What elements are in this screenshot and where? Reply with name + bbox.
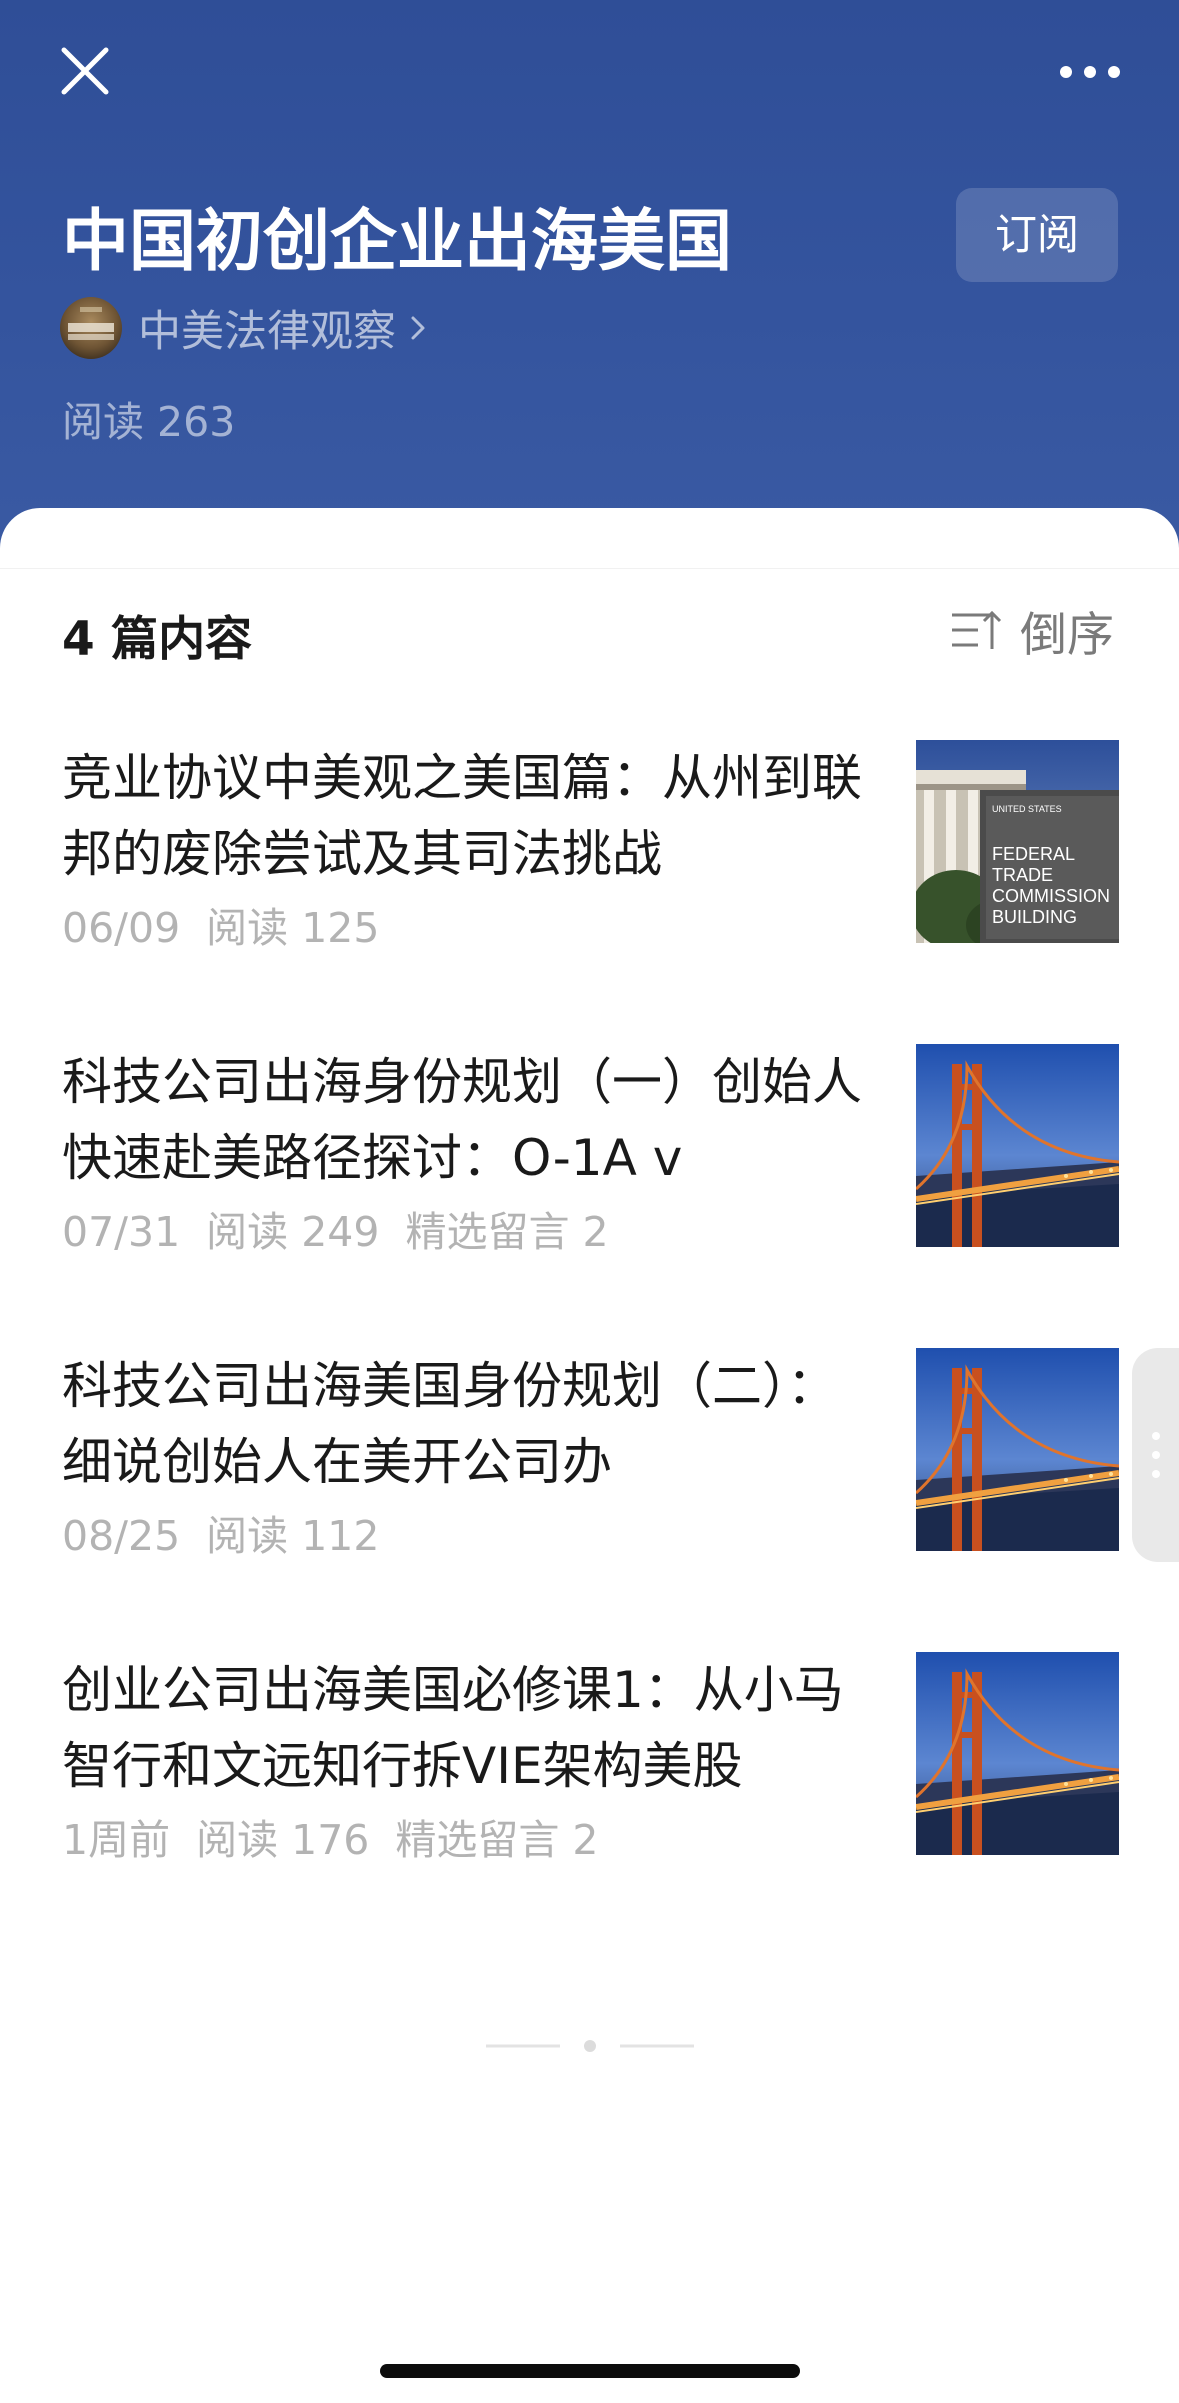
account-name: 中美法律观察: [138, 307, 396, 357]
article-reads: 阅读 125: [206, 904, 380, 952]
read-count: 阅读 263: [62, 388, 235, 448]
article-comments: 精选留言 2: [405, 1208, 609, 1256]
vertical-dots-icon: [1152, 1432, 1160, 1478]
article-item[interactable]: 科技公司出海身份规划（一）创始人快速赴美路径探讨：O-1A v 07/31 阅读 …: [0, 1044, 1179, 1294]
close-icon: [61, 47, 109, 95]
article-title: 科技公司出海身份规划（一）创始人快速赴美路径探讨：O-1A v: [62, 1053, 862, 1187]
collection-header: 中国初创企业出海美国 订阅 中美法律观察 阅读 263: [0, 0, 1179, 560]
read-number: 263: [157, 398, 236, 446]
article-date: 07/31: [62, 1208, 181, 1256]
close-button[interactable]: [50, 36, 120, 106]
article-meta: 08/25 阅读 112: [62, 1502, 405, 1562]
article-comments: 精选留言 2: [395, 1816, 599, 1864]
divider: [0, 568, 1179, 569]
home-indicator: [380, 2364, 800, 2378]
chevron-right-icon: [411, 316, 425, 340]
svg-text:BUILDING: BUILDING: [992, 907, 1077, 927]
article-thumbnail: [916, 1348, 1119, 1551]
sort-label: 倒序: [1020, 607, 1114, 663]
article-date: 08/25: [62, 1512, 181, 1560]
more-button[interactable]: [1050, 50, 1130, 94]
content-sheet: 4 篇内容 倒序 竞业协议中美观之美国篇：从州到联邦的废除尝试及其司法挑战 06…: [0, 508, 1179, 2403]
more-dots-icon: [1060, 66, 1120, 78]
article-item[interactable]: 科技公司出海美国身份规划（二）：细说创始人在美开公司办 08/25 阅读 112: [0, 1348, 1179, 1598]
avatar: [60, 297, 122, 359]
article-thumbnail: [916, 1044, 1119, 1247]
article-item[interactable]: 竞业协议中美观之美国篇：从州到联邦的废除尝试及其司法挑战 06/09 阅读 125: [0, 740, 1179, 990]
article-meta: 07/31 阅读 249 精选留言 2: [62, 1198, 635, 1258]
article-title: 竞业协议中美观之美国篇：从州到联邦的废除尝试及其司法挑战: [62, 749, 862, 883]
sign-text: UNITED STATES: [992, 804, 1062, 814]
article-date: 1周前: [62, 1816, 171, 1864]
article-reads: 阅读 112: [206, 1512, 380, 1560]
floating-side-handle[interactable]: [1132, 1348, 1179, 1562]
sort-order-icon: [952, 610, 1002, 649]
subscribe-button[interactable]: 订阅: [956, 188, 1118, 282]
article-title: 科技公司出海美国身份规划（二）：细说创始人在美开公司办: [62, 1357, 837, 1491]
read-label: 阅读: [62, 398, 144, 446]
article-item[interactable]: 创业公司出海美国必修课1：从小马智行和文远知行拆VIE架构美股 1周前 阅读 17…: [0, 1652, 1179, 1902]
article-reads: 阅读 176: [196, 1816, 370, 1864]
account-link[interactable]: 中美法律观察: [60, 296, 430, 360]
article-date: 06/09: [62, 904, 181, 952]
svg-text:FEDERAL: FEDERAL: [992, 844, 1075, 864]
article-thumbnail: UNITED STATES FEDERAL TRADE COMMISSION B…: [916, 740, 1119, 943]
article-count-label: 4 篇内容: [62, 612, 253, 667]
page: 中国初创企业出海美国 订阅 中美法律观察 阅读 263 4 篇内容 倒序 竞业协…: [0, 0, 1179, 2403]
sort-order-button[interactable]: 倒序: [950, 598, 1114, 663]
collection-title: 中国初创企业出海美国: [62, 202, 732, 280]
svg-text:COMMISSION: COMMISSION: [992, 886, 1110, 906]
svg-text:TRADE: TRADE: [992, 865, 1053, 885]
article-title: 创业公司出海美国必修课1：从小马智行和文远知行拆VIE架构美股: [62, 1661, 844, 1795]
article-meta: 06/09 阅读 125: [62, 894, 405, 954]
article-reads: 阅读 249: [206, 1208, 380, 1256]
article-meta: 1周前 阅读 176 精选留言 2: [62, 1806, 625, 1866]
article-thumbnail: [916, 1652, 1119, 1855]
page-indicator: [486, 2036, 694, 2056]
